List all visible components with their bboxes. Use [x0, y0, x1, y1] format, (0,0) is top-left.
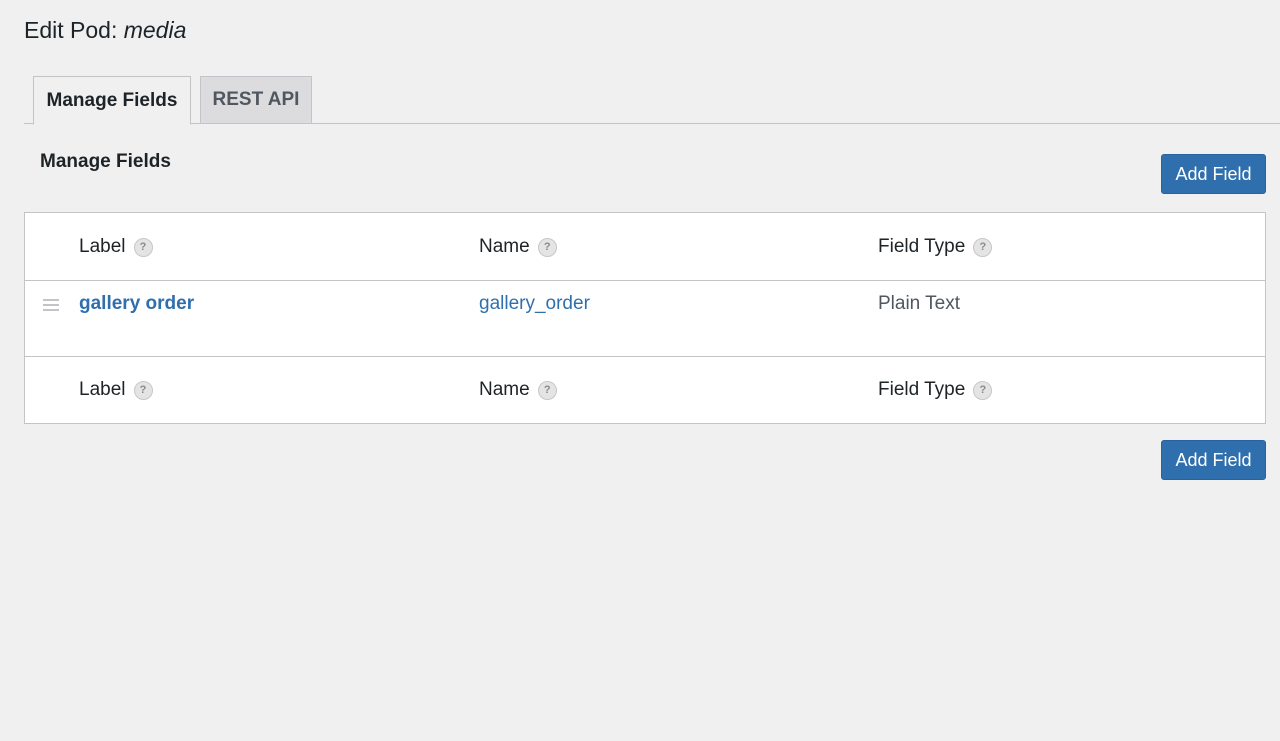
help-icon[interactable]: ? [133, 237, 153, 257]
section-title: Manage Fields [40, 151, 171, 172]
column-header-label: Label ? [79, 235, 153, 259]
field-label-cell: gallery order [79, 292, 194, 316]
column-header-field-type-text: Field Type [878, 236, 966, 257]
help-icon[interactable]: ? [973, 380, 993, 400]
column-header-name-text: Name [479, 236, 530, 257]
field-type-cell: Plain Text [878, 292, 960, 316]
pod-name: media [123, 17, 187, 43]
add-field-button-bottom[interactable]: Add Field [1161, 440, 1266, 480]
column-footer-field-type: Field Type ? [878, 378, 993, 402]
column-footer-label: Label ? [79, 378, 153, 402]
column-header-name: Name ? [479, 235, 557, 259]
table-row: gallery order gallery_order Plain Text [25, 281, 1265, 357]
help-icon[interactable]: ? [133, 380, 153, 400]
field-name-cell: gallery_order [479, 292, 590, 316]
fields-table: Label ? Name ? Field Type ? gallery orde… [24, 212, 1266, 424]
column-footer-field-type-text: Field Type [878, 379, 966, 400]
column-footer-label-text: Label [79, 379, 126, 400]
column-footer-name: Name ? [479, 378, 557, 402]
field-type-value: Plain Text [878, 293, 961, 314]
column-header-label-text: Label [79, 236, 126, 257]
drag-handle-icon[interactable] [43, 299, 59, 311]
page-title: Edit Pod: media [24, 16, 186, 45]
tab-bar: Manage Fields REST API [24, 76, 1280, 125]
help-icon[interactable]: ? [537, 237, 557, 257]
table-footer-row: Label ? Name ? Field Type ? [25, 357, 1265, 423]
help-icon[interactable]: ? [537, 380, 557, 400]
table-header-row: Label ? Name ? Field Type ? [25, 213, 1265, 281]
help-icon[interactable]: ? [973, 237, 993, 257]
tab-manage-fields[interactable]: Manage Fields [33, 76, 191, 125]
column-footer-name-text: Name [479, 379, 530, 400]
column-header-field-type: Field Type ? [878, 235, 993, 259]
page-title-prefix: Edit Pod: [24, 17, 118, 43]
add-field-button-top[interactable]: Add Field [1161, 154, 1266, 194]
field-name-link[interactable]: gallery_order [479, 292, 590, 316]
field-label-link[interactable]: gallery order [79, 292, 194, 316]
tab-rest-api[interactable]: REST API [200, 76, 312, 124]
